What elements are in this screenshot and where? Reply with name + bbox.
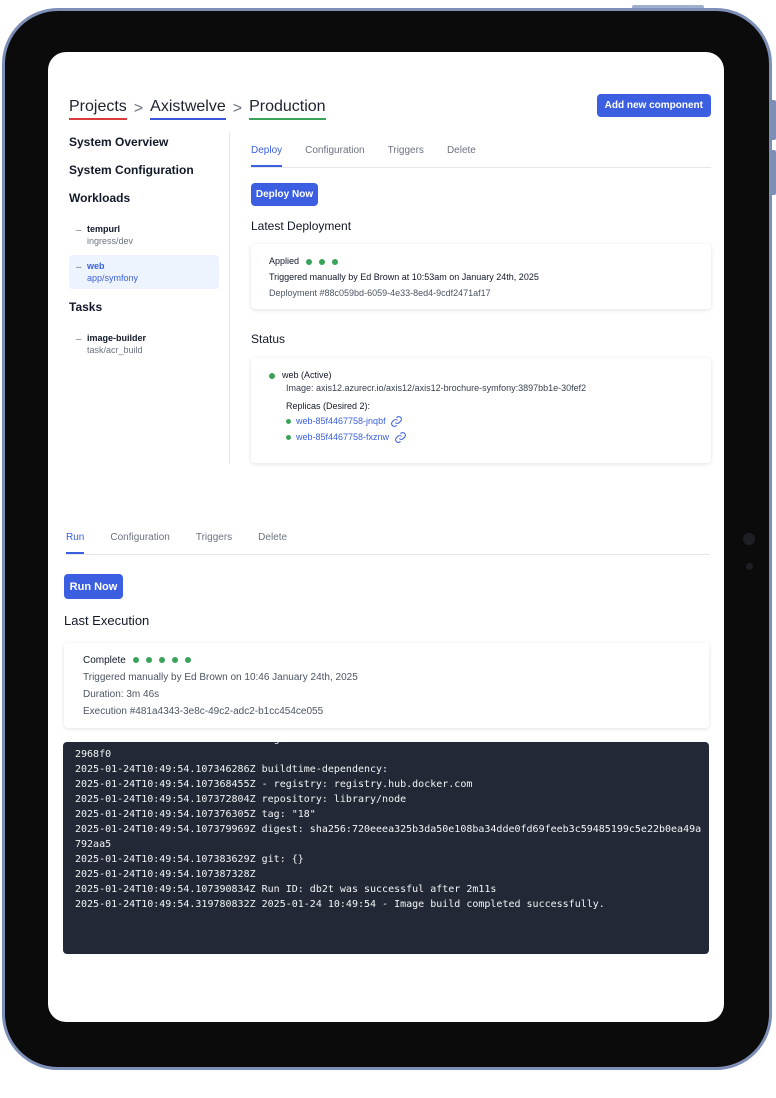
sidebar-item-system-overview[interactable]: System Overview (69, 134, 219, 162)
status-heading: Status (251, 332, 286, 346)
sidebar-item-tempurl[interactable]: – tempurl ingress/dev (69, 218, 219, 252)
execution-card: Complete Triggered manually by Ed Brown … (64, 643, 709, 728)
workload-name: web (87, 261, 105, 271)
replica-dot (286, 419, 291, 424)
workload-path: ingress/dev (87, 236, 134, 246)
status-dot (132, 657, 139, 664)
link-icon[interactable] (390, 415, 403, 428)
camera-icon (743, 533, 755, 545)
run-now-button[interactable]: Run Now (64, 574, 123, 599)
status-dot (158, 657, 165, 664)
status-dot (145, 657, 152, 664)
tab-deploy[interactable]: Deploy (251, 145, 283, 167)
status-image: Image: axis12.azurecr.io/axis12/axis12-b… (286, 383, 587, 393)
log-terminal[interactable]: 2025-01-24T10:49:54.107342318Z digest: s… (63, 742, 709, 954)
replica-dot (286, 435, 291, 440)
dash-icon: – (76, 334, 82, 345)
last-execution-heading: Last Execution (64, 613, 150, 628)
latest-deployment-heading: Latest Deployment (251, 219, 352, 233)
vertical-divider (229, 132, 230, 464)
sidebar-heading-tasks: Tasks (69, 300, 103, 314)
replicas-label: Replicas (Desired 2): (286, 401, 371, 411)
dash-icon: – (76, 262, 82, 273)
execution-duration: Duration: 3m 46s (83, 689, 160, 700)
deployment-triggered: Triggered manually by Ed Brown at 10:53a… (269, 272, 539, 282)
status-dot (332, 258, 339, 265)
app-screen: Projects > Axistwelve > Production Add n… (48, 52, 724, 1022)
status-dot (184, 657, 191, 664)
task-name: image-builder (87, 333, 147, 343)
link-icon[interactable] (394, 431, 407, 444)
breadcrumb-environment[interactable]: Production (249, 98, 326, 120)
sidebar-item-image-builder[interactable]: – image-builder task/acr_build (69, 327, 219, 361)
status-dot (319, 258, 326, 265)
status-dot (306, 258, 313, 265)
active-dot (269, 372, 275, 379)
workload-path: app/symfony (87, 273, 139, 283)
tab-triggers[interactable]: Triggers (196, 532, 232, 554)
sidebar-heading-workloads: Workloads (69, 191, 131, 205)
status-name-label: web (Active) (282, 370, 332, 380)
status-dot (171, 657, 178, 664)
execution-status: Complete (83, 655, 191, 666)
sidebar-item-web[interactable]: – web app/symfony (69, 255, 219, 289)
breadcrumb-projects[interactable]: Projects (69, 98, 127, 120)
add-component-button[interactable]: Add new component (596, 94, 711, 117)
execution-triggered: Triggered manually by Ed Brown on 10:46 … (83, 672, 358, 683)
task-tabs: Run Configuration Triggers Delete (66, 532, 710, 555)
execution-status-label: Complete (83, 655, 126, 666)
execution-id: Execution #481a4343-3e8c-49c2-adc2-b1cc4… (83, 706, 324, 717)
deployment-card: Applied Triggered manually by Ed Brown a… (251, 244, 711, 309)
deployment-id: Deployment #88c059bd-6059-4e33-8ed4-9cdf… (269, 288, 491, 298)
workload-name: tempurl (87, 224, 121, 234)
sidebar: System Overview System Configuration Wor… (69, 134, 219, 364)
replica-item[interactable]: web-85f4467758-fxznw (286, 431, 407, 444)
breadcrumb: Projects > Axistwelve > Production (69, 98, 326, 120)
tab-configuration[interactable]: Configuration (305, 145, 364, 167)
log-output: 2025-01-24T10:49:54.107342318Z digest: s… (75, 742, 702, 910)
tab-triggers[interactable]: Triggers (388, 145, 424, 167)
chevron-right-icon: > (232, 100, 243, 117)
deployment-status-label: Applied (269, 256, 300, 266)
tab-delete[interactable]: Delete (447, 145, 476, 167)
workload-tabs: Deploy Configuration Triggers Delete (251, 145, 711, 168)
sensor-icon (746, 563, 753, 570)
status-name: web (Active) (269, 370, 332, 380)
deployment-status: Applied (269, 256, 339, 266)
task-path: task/acr_build (87, 345, 143, 355)
dash-icon: – (76, 225, 82, 236)
sidebar-item-system-configuration[interactable]: System Configuration (69, 162, 219, 190)
replica-item[interactable]: web-85f4467758-jnqbf (286, 415, 403, 428)
deploy-now-button[interactable]: Deploy Now (251, 183, 318, 206)
tab-run[interactable]: Run (66, 532, 85, 554)
chevron-right-icon: > (133, 100, 144, 117)
replica-link[interactable]: web-85f4467758-fxznw (296, 432, 389, 442)
replica-link[interactable]: web-85f4467758-jnqbf (296, 416, 386, 426)
status-card: web (Active) Image: axis12.azurecr.io/ax… (251, 358, 711, 463)
tab-configuration[interactable]: Configuration (110, 532, 169, 554)
breadcrumb-project[interactable]: Axistwelve (150, 98, 226, 120)
tab-delete[interactable]: Delete (258, 532, 287, 554)
